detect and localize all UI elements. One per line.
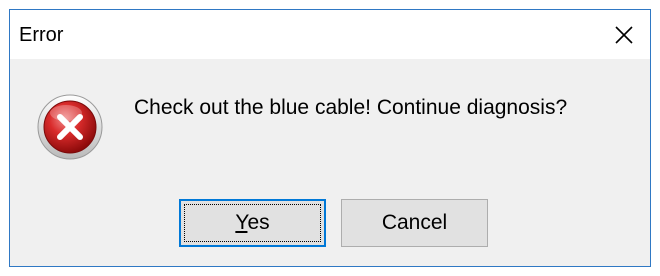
dialog-content: Check out the blue cable! Continue diagn…	[10, 59, 650, 195]
error-dialog: Error Check out the blue cable! Continue…	[9, 9, 651, 267]
desktop-background	[0, 0, 660, 8]
cancel-button-label: Cancel	[381, 211, 448, 234]
cancel-button[interactable]: Cancel	[341, 199, 488, 247]
dialog-message: Check out the blue cable! Continue diagn…	[134, 96, 568, 119]
title-bar[interactable]: Error	[10, 10, 650, 59]
close-button[interactable]	[598, 10, 650, 59]
yes-button-label: Yes	[235, 211, 269, 235]
error-icon	[37, 94, 103, 160]
close-icon	[615, 25, 633, 44]
yes-mnemonic: Y	[235, 211, 248, 234]
button-row: Yes Cancel	[10, 195, 650, 266]
yes-label-rest: es	[247, 211, 270, 234]
yes-button[interactable]: Yes	[179, 199, 326, 247]
dialog-title: Error	[19, 24, 64, 46]
